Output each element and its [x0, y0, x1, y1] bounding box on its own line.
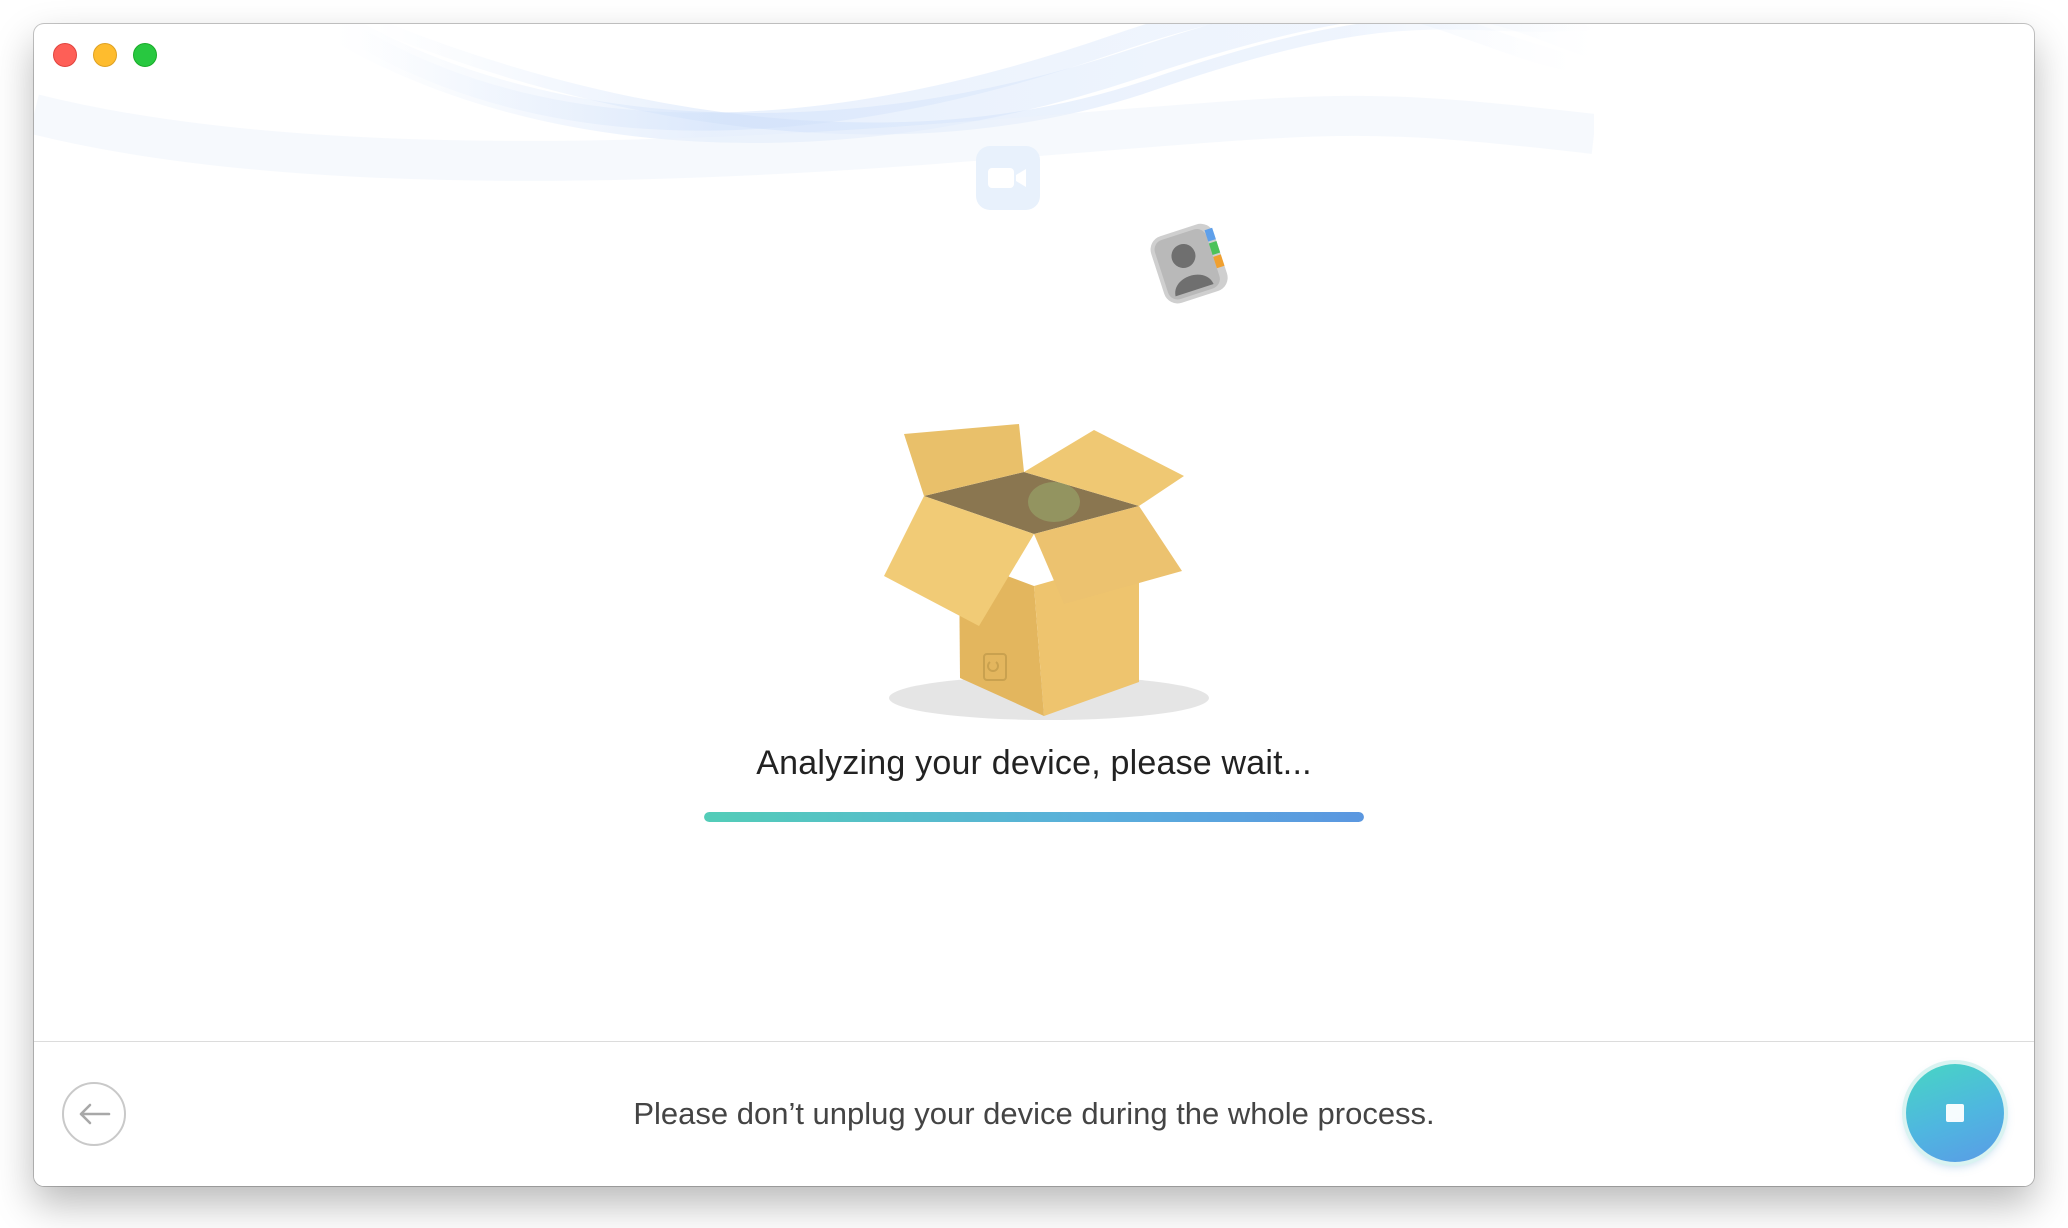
stop-icon — [1946, 1104, 1964, 1122]
analysis-progress-fill — [704, 812, 1364, 822]
unplug-warning-text: Please don’t unplug your device during t… — [633, 1096, 1435, 1131]
stop-button[interactable] — [1906, 1064, 2004, 1162]
facetime-icon — [976, 146, 1040, 210]
app-window: Analyzing your device, please wait... Pl… — [34, 24, 2034, 1186]
header-wave-decoration — [34, 24, 1594, 181]
contacts-icon — [1150, 223, 1228, 304]
analysis-progress-bar — [704, 812, 1364, 822]
open-box-icon — [884, 424, 1209, 720]
analysis-status-text: Analyzing your device, please wait... — [756, 744, 1312, 782]
footer-bar: Please don’t unplug your device during t… — [34, 1041, 2034, 1186]
